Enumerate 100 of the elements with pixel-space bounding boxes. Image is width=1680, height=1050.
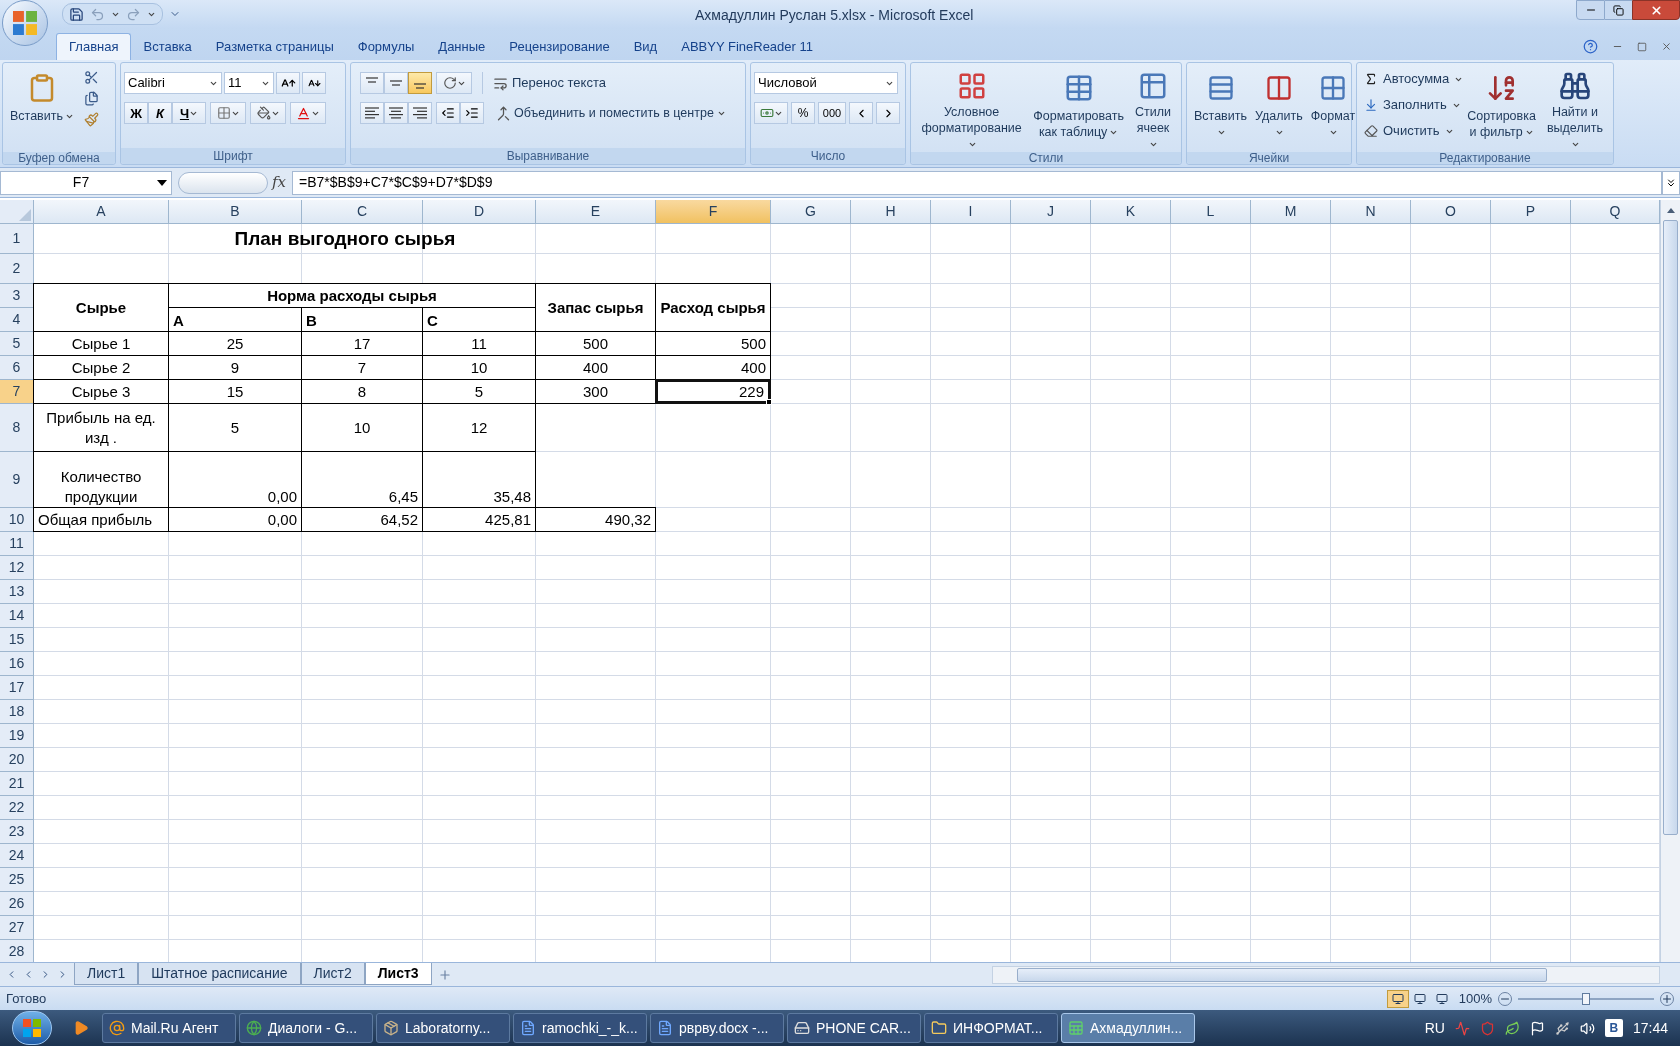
row-header[interactable]: 18 bbox=[0, 700, 34, 724]
shield-icon[interactable] bbox=[1479, 1020, 1495, 1036]
expand-formula-button[interactable] bbox=[1662, 170, 1680, 195]
insert-function-icon[interactable]: fx bbox=[272, 171, 286, 194]
column-header[interactable]: C bbox=[302, 200, 423, 224]
column-header[interactable]: P bbox=[1491, 200, 1571, 224]
fill-handle[interactable] bbox=[766, 399, 772, 405]
row-header[interactable]: 6 bbox=[0, 356, 34, 380]
column-header[interactable]: D bbox=[423, 200, 536, 224]
format-as-table-button[interactable]: Форматировать как таблицу bbox=[1029, 66, 1128, 152]
row-header[interactable]: 23 bbox=[0, 820, 34, 844]
currency-button[interactable] bbox=[754, 102, 788, 124]
cell-styles-button[interactable]: Стили ячеек bbox=[1127, 66, 1178, 152]
column-header[interactable]: E bbox=[536, 200, 656, 224]
column-header[interactable]: B bbox=[169, 200, 302, 224]
leaf-icon[interactable] bbox=[1504, 1020, 1520, 1036]
vertical-align-button[interactable] bbox=[408, 72, 432, 94]
row-header[interactable]: 28 bbox=[0, 940, 34, 964]
restore-button[interactable] bbox=[1605, 0, 1632, 20]
ribbon-tab[interactable]: Разметка страницы bbox=[203, 33, 346, 60]
clear-button[interactable]: Очистить bbox=[1364, 120, 1464, 142]
vertical-align-button[interactable] bbox=[384, 72, 408, 94]
office-button[interactable] bbox=[2, 0, 48, 46]
taskbar-button[interactable]: Laboratorny... bbox=[376, 1013, 510, 1043]
column-header[interactable]: L bbox=[1171, 200, 1251, 224]
language-indicator[interactable]: RU bbox=[1424, 1017, 1445, 1039]
align-left-button[interactable] bbox=[360, 102, 384, 124]
delete-cells-button[interactable]: Удалить bbox=[1251, 66, 1307, 152]
column-header[interactable]: I bbox=[931, 200, 1011, 224]
increase-decimal-button[interactable] bbox=[849, 102, 873, 124]
percent-button[interactable]: % bbox=[791, 102, 815, 124]
taskbar-button[interactable]: Ахмадуллин... bbox=[1061, 1013, 1195, 1043]
paste-button[interactable]: Вставить bbox=[6, 66, 78, 152]
number-format-field[interactable]: Числовой bbox=[754, 72, 898, 94]
thousands-button[interactable]: 000 bbox=[818, 102, 846, 124]
row-header[interactable]: 2 bbox=[0, 254, 34, 284]
close-icon[interactable] bbox=[1661, 41, 1672, 52]
taskbar-button[interactable]: ramochki_-_k... bbox=[513, 1013, 647, 1043]
bold-button[interactable]: Ж bbox=[124, 102, 148, 124]
row-header[interactable]: 12 bbox=[0, 556, 34, 580]
vertical-scrollbar[interactable] bbox=[1660, 200, 1680, 964]
row-header[interactable]: 24 bbox=[0, 844, 34, 868]
column-header[interactable]: M bbox=[1251, 200, 1331, 224]
row-header[interactable]: 7 bbox=[0, 380, 34, 404]
column-header[interactable]: H bbox=[851, 200, 931, 224]
start-button[interactable] bbox=[12, 1011, 52, 1045]
row-header[interactable]: 10 bbox=[0, 508, 34, 532]
save-icon[interactable] bbox=[69, 6, 84, 22]
row-header[interactable]: 8 bbox=[0, 404, 34, 452]
copy-icon[interactable] bbox=[84, 91, 99, 106]
cut-icon[interactable] bbox=[84, 70, 99, 85]
chart-icon[interactable] bbox=[1454, 1020, 1470, 1036]
column-header[interactable]: A bbox=[34, 200, 169, 224]
borders-button[interactable] bbox=[210, 102, 246, 124]
merge-center-button[interactable]: Объединить и поместить в центре bbox=[496, 102, 726, 124]
underline-button[interactable]: Ч bbox=[172, 102, 206, 124]
row-header[interactable]: 5 bbox=[0, 332, 34, 356]
vertical-align-button[interactable] bbox=[360, 72, 384, 94]
table-cell[interactable]: 490,32 bbox=[535, 507, 656, 532]
ribbon-tab[interactable]: Главная bbox=[56, 33, 132, 60]
sheet-tab[interactable]: Лист2 bbox=[300, 962, 365, 985]
grow-font-button[interactable] bbox=[276, 72, 300, 94]
insert-cells-button[interactable]: Вставить bbox=[1190, 66, 1251, 152]
align-center-button[interactable] bbox=[384, 102, 408, 124]
column-header[interactable]: F bbox=[656, 200, 771, 224]
row-header[interactable]: 4 bbox=[0, 308, 34, 332]
flag-icon[interactable] bbox=[1529, 1020, 1545, 1036]
row-header[interactable]: 20 bbox=[0, 748, 34, 772]
fill-color-button[interactable] bbox=[250, 102, 286, 124]
row-header[interactable]: 22 bbox=[0, 796, 34, 820]
row-header[interactable]: 27 bbox=[0, 916, 34, 940]
column-header[interactable]: O bbox=[1411, 200, 1491, 224]
format-painter-icon[interactable] bbox=[84, 112, 99, 127]
formula-field[interactable]: =B7*$B$9+C7*$C$9+D7*$D$9 bbox=[292, 170, 1662, 195]
taskbar-button[interactable]: ИНФОРМАТ... bbox=[924, 1013, 1058, 1043]
volume-icon[interactable] bbox=[1579, 1020, 1595, 1036]
italic-button[interactable]: К bbox=[148, 102, 172, 124]
column-header[interactable]: K bbox=[1091, 200, 1171, 224]
row-header[interactable]: 15 bbox=[0, 628, 34, 652]
autosum-button[interactable]: Автосумма bbox=[1364, 68, 1464, 90]
increase-indent-button[interactable] bbox=[460, 102, 484, 124]
ribbon-tab[interactable]: Вид bbox=[621, 33, 670, 60]
sort-filter-button[interactable]: Сортировка и фильтр bbox=[1463, 66, 1540, 152]
usb-icon[interactable] bbox=[1554, 1020, 1570, 1036]
orientation-button[interactable] bbox=[436, 72, 472, 94]
decrease-decimal-button[interactable] bbox=[876, 102, 900, 124]
scroll-up-icon[interactable] bbox=[1666, 207, 1675, 213]
tray-badge[interactable]: В bbox=[1604, 1019, 1623, 1037]
row-header[interactable]: 1 bbox=[0, 224, 34, 254]
fill-button[interactable]: Заполнить bbox=[1364, 94, 1464, 116]
row-header[interactable]: 3 bbox=[0, 284, 34, 308]
row-header[interactable]: 16 bbox=[0, 652, 34, 676]
ribbon-tab[interactable]: Формулы bbox=[345, 33, 427, 60]
ribbon-tab[interactable]: Вставка bbox=[131, 33, 204, 60]
taskbar-button[interactable]: PHONE CAR... bbox=[787, 1013, 921, 1043]
horizontal-scrollbar[interactable] bbox=[992, 965, 1660, 984]
font-color-button[interactable] bbox=[290, 102, 326, 124]
taskbar-button[interactable]: рврву.docx -... bbox=[650, 1013, 784, 1043]
row-header[interactable]: 26 bbox=[0, 892, 34, 916]
wrap-text-button[interactable]: Перенос текста bbox=[493, 72, 606, 94]
